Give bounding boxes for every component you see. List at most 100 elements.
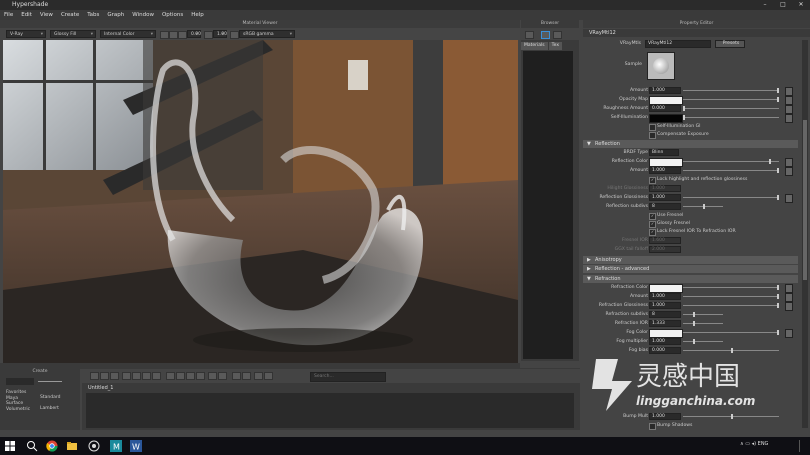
- reflection-color-swatch[interactable]: [649, 158, 683, 167]
- fog-multiplier-slider[interactable]: [683, 339, 723, 344]
- opacity-map-button[interactable]: [785, 96, 793, 105]
- swatch-standard[interactable]: Standard: [40, 392, 60, 403]
- shading-dropdown[interactable]: Glossy Fill: [50, 30, 96, 38]
- refraction-ior-slider[interactable]: [683, 321, 723, 326]
- reflection-gloss-slider[interactable]: [683, 195, 779, 200]
- network-icon[interactable]: ▭: [745, 441, 750, 447]
- refraction-color-swatch[interactable]: [649, 284, 683, 293]
- diffuse-amount-field[interactable]: 1.000: [649, 87, 681, 94]
- reflection-amount-map-button[interactable]: [785, 167, 793, 176]
- minimize-button[interactable]: –: [756, 0, 774, 10]
- connected-mode-icon[interactable]: [186, 372, 195, 380]
- gamma-icon[interactable]: [204, 31, 213, 39]
- fog-color-swatch[interactable]: [649, 329, 683, 338]
- diffuse-amount-slider[interactable]: [683, 88, 779, 93]
- tab-materials[interactable]: Materials: [521, 42, 548, 50]
- menu-view[interactable]: View: [40, 12, 53, 18]
- maya-icon[interactable]: M: [110, 440, 122, 452]
- list-view-icon[interactable]: [553, 31, 562, 39]
- property-editor-tab[interactable]: VRayMtl12: [583, 29, 810, 37]
- scrollbar-thumb[interactable]: [803, 120, 807, 280]
- create-item-volumetric[interactable]: Volumetric: [6, 407, 30, 413]
- use-fresnel-checkbox[interactable]: ✓: [649, 213, 656, 220]
- menu-window[interactable]: Window: [132, 12, 154, 18]
- bookmark-icon[interactable]: [264, 372, 273, 380]
- create-filter-field[interactable]: [6, 378, 34, 385]
- menu-file[interactable]: File: [4, 12, 13, 18]
- pause-icon[interactable]: [169, 31, 178, 39]
- refraction-subdivs-slider[interactable]: [683, 312, 723, 317]
- close-button[interactable]: ✕: [792, 0, 810, 10]
- reflection-gloss-map-button[interactable]: [785, 194, 793, 203]
- clear-graph-icon[interactable]: [122, 372, 131, 380]
- section-reflection[interactable]: ▼ Reflection: [583, 140, 798, 148]
- windows-start-icon[interactable]: [4, 440, 16, 452]
- section-reflection-advanced[interactable]: ▶ Reflection - advanced: [583, 265, 798, 273]
- frame-all-icon[interactable]: [208, 372, 217, 380]
- search-icon[interactable]: [26, 440, 38, 452]
- fog-multiplier-field[interactable]: 1.000: [649, 338, 681, 345]
- show-desktop-button[interactable]: [799, 440, 806, 452]
- diffuse-amount-map-button[interactable]: [785, 87, 793, 96]
- brdf-type-dropdown[interactable]: Blinn: [649, 149, 679, 156]
- full-mode-icon[interactable]: [196, 372, 205, 380]
- fog-color-slider[interactable]: [683, 330, 779, 335]
- refraction-amount-field[interactable]: 1.000: [649, 293, 681, 300]
- menu-edit[interactable]: Edit: [21, 12, 32, 18]
- word-icon[interactable]: W: [130, 440, 142, 452]
- add-selected-icon[interactable]: [132, 372, 141, 380]
- fog-bias-slider[interactable]: [683, 348, 779, 353]
- fog-color-map-button[interactable]: [785, 329, 793, 338]
- reflection-subdivs-field[interactable]: 8: [649, 203, 681, 210]
- colorspace-icon[interactable]: [230, 31, 239, 39]
- roughness-map-button[interactable]: [785, 105, 793, 114]
- reflection-subdivs-slider[interactable]: [683, 204, 723, 209]
- bump-mult-slider[interactable]: [683, 414, 779, 419]
- refraction-gloss-map-button[interactable]: [785, 302, 793, 311]
- menu-options[interactable]: Options: [162, 12, 183, 18]
- graph-output-icon[interactable]: [110, 372, 119, 380]
- refraction-color-slider[interactable]: [683, 285, 779, 290]
- colorspace-dropdown[interactable]: sRGB gamma: [239, 30, 295, 38]
- create-size-slider[interactable]: [38, 381, 62, 382]
- menu-help[interactable]: Help: [191, 12, 204, 18]
- menu-create[interactable]: Create: [61, 12, 79, 18]
- mtl-name-field[interactable]: VRayMtl12: [645, 40, 711, 48]
- self-illum-gi-checkbox[interactable]: [649, 124, 656, 131]
- refraction-ior-field[interactable]: 1.333: [649, 320, 681, 327]
- exposure-field[interactable]: 0.00: [187, 30, 201, 38]
- swatch-lambert[interactable]: Lambert: [40, 403, 60, 414]
- self-illum-map-button[interactable]: [785, 114, 793, 123]
- section-anisotropy[interactable]: ▶ Anisotropy: [583, 256, 798, 264]
- reflection-gloss-field[interactable]: 1.000: [649, 194, 681, 201]
- layout-icon[interactable]: [166, 372, 175, 380]
- menu-tabs[interactable]: Tabs: [87, 12, 99, 18]
- graph-input-icon[interactable]: [90, 372, 99, 380]
- node-graph-canvas[interactable]: [86, 393, 574, 428]
- sample-swatch[interactable]: [647, 52, 675, 80]
- grid-icon[interactable]: [232, 372, 241, 380]
- graph-io-icon[interactable]: [100, 372, 109, 380]
- lock-fresnel-checkbox[interactable]: ✓: [649, 229, 656, 236]
- roughness-slider[interactable]: [683, 106, 779, 111]
- section-refraction[interactable]: ▼ Refraction: [583, 275, 798, 283]
- opacity-map-slider[interactable]: [683, 97, 779, 102]
- tab-untitled[interactable]: Untitled_1: [88, 385, 113, 391]
- chrome-icon[interactable]: [46, 440, 58, 452]
- bump-shadows-checkbox[interactable]: [649, 423, 656, 430]
- refraction-gloss-field[interactable]: 1.000: [649, 302, 681, 309]
- volume-icon[interactable]: ◂): [752, 441, 756, 447]
- self-illum-swatch[interactable]: [649, 114, 683, 123]
- refraction-amount-map-button[interactable]: [785, 293, 793, 302]
- maximize-button[interactable]: □: [774, 0, 792, 10]
- fog-bias-field[interactable]: 0.000: [649, 347, 681, 354]
- scene-dropdown[interactable]: Internal Color: [100, 30, 156, 38]
- filter-icon[interactable]: [525, 31, 534, 39]
- reflection-amount-slider[interactable]: [683, 168, 779, 173]
- app-icon[interactable]: [88, 440, 100, 452]
- presets-button[interactable]: Presets: [715, 40, 745, 48]
- tab-textures[interactable]: Tex: [548, 42, 562, 50]
- refraction-color-map-button[interactable]: [785, 284, 793, 293]
- render-icon[interactable]: [160, 31, 169, 39]
- simple-mode-icon[interactable]: [176, 372, 185, 380]
